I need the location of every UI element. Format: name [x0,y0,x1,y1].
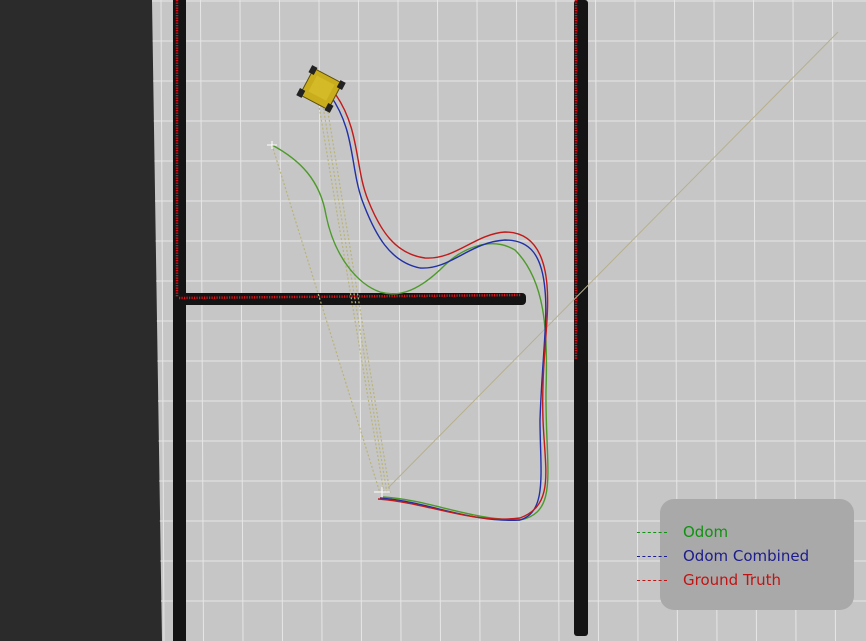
legend-item-ground-truth: Ground Truth [637,569,781,591]
left-wall [173,0,186,641]
legend-label-odom-combined: Odom Combined [683,547,810,565]
legend-item-odom-combined: Odom Combined [637,545,810,567]
legend-label-odom: Odom [683,523,729,541]
legend-item-odom: Odom [637,521,729,543]
legend-swatch-ground-truth [637,579,667,581]
trajectory-legend: Odom Odom Combined Ground Truth [637,499,854,610]
legend-swatch-odom [637,531,667,533]
legend-swatch-odom-combined [637,555,667,557]
legend-label-ground-truth: Ground Truth [683,571,781,589]
